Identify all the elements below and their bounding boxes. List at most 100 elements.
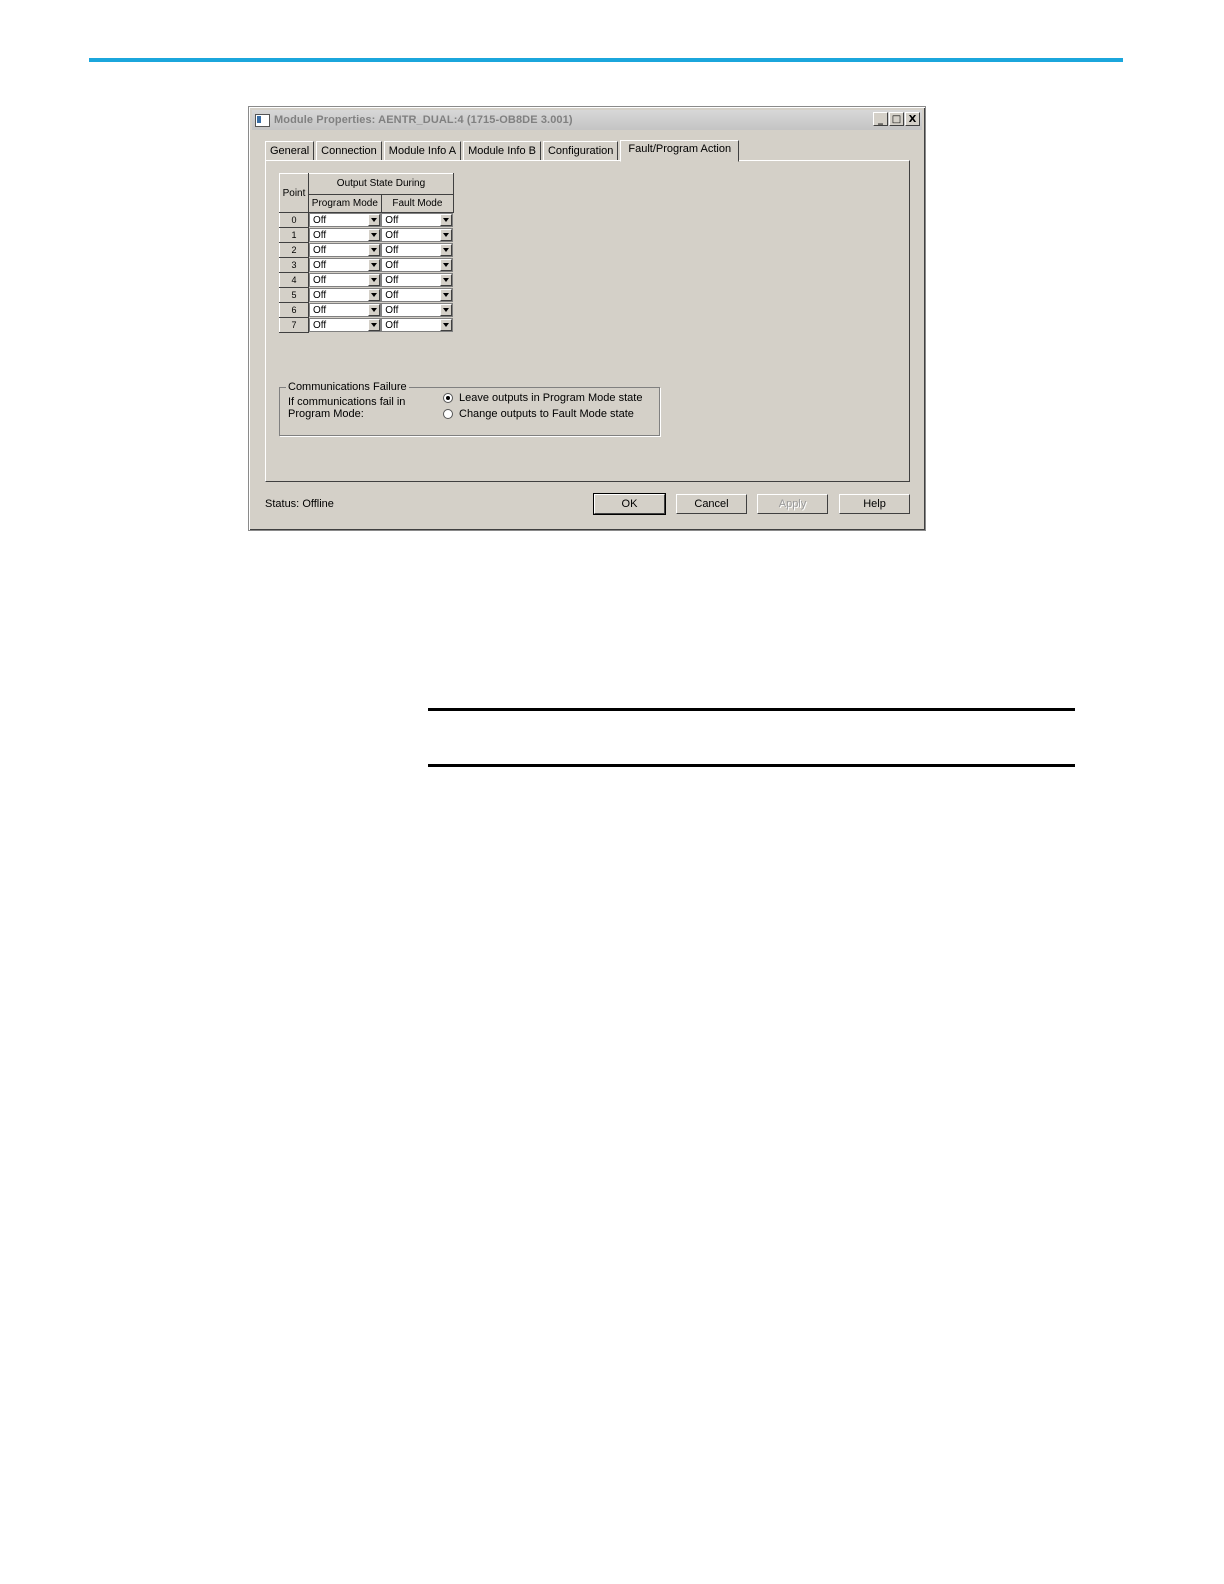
fault-mode-select[interactable]: Off <box>381 318 454 332</box>
section-rule-bottom <box>428 764 1075 767</box>
fault-mode-select[interactable]: Off <box>381 228 454 242</box>
title-bar[interactable]: Module Properties: AENTR_DUAL:4 (1715-OB… <box>252 110 922 130</box>
radio-label: Change outputs to Fault Mode state <box>459 408 634 420</box>
point-label: 1 <box>279 227 309 243</box>
fault-mode-value: Off <box>385 290 399 301</box>
table-row: 3 Off Off <box>279 257 454 273</box>
fault-mode-select[interactable]: Off <box>381 303 454 317</box>
program-mode-value: Off <box>313 305 327 316</box>
dropdown-arrow-icon[interactable] <box>440 319 453 331</box>
tab-general[interactable]: General <box>265 141 315 161</box>
program-mode-value: Off <box>313 230 327 241</box>
radio-checked-icon[interactable] <box>443 393 453 403</box>
point-column-header: Point <box>279 173 309 213</box>
communications-failure-group: Communications Failure If communications… <box>279 381 660 436</box>
dropdown-arrow-icon[interactable] <box>368 319 380 331</box>
dialog-title: Module Properties: AENTR_DUAL:4 (1715-OB… <box>274 114 573 126</box>
status-label: Status: <box>265 498 300 510</box>
dropdown-arrow-icon[interactable] <box>440 214 453 227</box>
program-mode-select[interactable]: Off <box>309 303 381 317</box>
dropdown-arrow-icon[interactable] <box>368 214 380 227</box>
help-button[interactable]: Help <box>839 494 910 514</box>
output-state-table: Point Output State During Program Mode F… <box>279 173 455 333</box>
program-mode-value: Off <box>313 260 327 271</box>
dropdown-arrow-icon[interactable] <box>440 259 453 271</box>
dropdown-arrow-icon[interactable] <box>440 304 453 316</box>
point-label: 7 <box>279 317 309 333</box>
dropdown-arrow-icon[interactable] <box>368 259 380 271</box>
fault-mode-select[interactable]: Off <box>381 213 454 228</box>
program-mode-select[interactable]: Off <box>309 243 381 257</box>
radio-unchecked-icon[interactable] <box>443 409 453 419</box>
table-row: 1 Off Off <box>279 227 454 243</box>
point-label: 5 <box>279 287 309 303</box>
cancel-button[interactable]: Cancel <box>676 494 747 514</box>
tab-configuration[interactable]: Configuration <box>542 141 619 161</box>
page-header-rule <box>89 58 1123 62</box>
table-row: 6 Off Off <box>279 302 454 318</box>
dropdown-arrow-icon[interactable] <box>368 229 380 241</box>
point-label: 3 <box>279 257 309 273</box>
fault-mode-header: Fault Mode <box>380 193 455 214</box>
table-row: 7 Off Off <box>279 317 454 333</box>
section-rule-top <box>428 708 1075 711</box>
dropdown-arrow-icon[interactable] <box>368 274 380 286</box>
radio-label: Leave outputs in Program Mode state <box>459 392 643 404</box>
status-value: Offline <box>302 498 334 510</box>
minimize-icon[interactable]: _ <box>873 112 888 126</box>
fault-mode-value: Off <box>385 305 399 316</box>
point-label: 0 <box>279 212 309 228</box>
fault-mode-select[interactable]: Off <box>381 288 454 302</box>
dropdown-arrow-icon[interactable] <box>368 304 380 316</box>
fault-mode-value: Off <box>385 275 399 286</box>
close-icon[interactable]: X <box>905 112 920 126</box>
table-row: 2 Off Off <box>279 242 454 258</box>
program-mode-value: Off <box>313 290 327 301</box>
program-mode-select[interactable]: Off <box>309 318 381 332</box>
table-row: 5 Off Off <box>279 287 454 303</box>
program-mode-select[interactable]: Off <box>309 288 381 302</box>
dropdown-arrow-icon[interactable] <box>440 289 453 301</box>
point-label: 2 <box>279 242 309 258</box>
table-row: 4 Off Off <box>279 272 454 288</box>
fault-mode-value: Off <box>385 230 399 241</box>
dropdown-arrow-icon[interactable] <box>440 244 453 256</box>
app-window-icon <box>255 113 270 127</box>
point-label: 4 <box>279 272 309 288</box>
fault-mode-select[interactable]: Off <box>381 243 454 257</box>
point-label: 6 <box>279 302 309 318</box>
group-description: If communications fail in Program Mode: <box>288 396 406 420</box>
program-mode-value: Off <box>313 275 327 286</box>
program-mode-select[interactable]: Off <box>309 273 381 287</box>
fault-mode-value: Off <box>385 320 399 331</box>
tab-connection[interactable]: Connection <box>316 141 382 161</box>
fault-mode-select[interactable]: Off <box>381 258 454 272</box>
fault-mode-value: Off <box>385 260 399 271</box>
program-mode-header: Program Mode <box>308 193 382 214</box>
dropdown-arrow-icon[interactable] <box>368 289 380 301</box>
radio-leave-outputs[interactable]: Leave outputs in Program Mode state <box>443 392 642 404</box>
program-mode-value: Off <box>313 245 327 256</box>
fault-mode-value: Off <box>385 215 399 227</box>
program-mode-value: Off <box>313 320 327 331</box>
group-legend: Communications Failure <box>286 381 409 393</box>
dropdown-arrow-icon[interactable] <box>440 229 453 241</box>
table-row: 0 Off Off <box>279 212 454 228</box>
tab-module-info-a[interactable]: Module Info A <box>383 141 462 161</box>
fault-mode-value: Off <box>385 245 399 256</box>
radio-change-outputs[interactable]: Change outputs to Fault Mode state <box>443 408 634 420</box>
program-mode-select[interactable]: Off <box>309 228 381 242</box>
status-line: Status: Offline <box>265 498 334 510</box>
tab-fault-program-action[interactable]: Fault/Program Action <box>620 140 740 162</box>
dropdown-arrow-icon[interactable] <box>440 274 453 286</box>
program-mode-select[interactable]: Off <box>309 258 381 272</box>
dropdown-arrow-icon[interactable] <box>368 244 380 256</box>
tab-module-info-b[interactable]: Module Info B <box>463 141 541 161</box>
ok-button[interactable]: OK <box>593 493 666 515</box>
fault-mode-select[interactable]: Off <box>381 273 454 287</box>
program-mode-select[interactable]: Off <box>309 213 381 228</box>
tab-strip: General Connection Module Info A Module … <box>265 140 741 162</box>
module-properties-dialog: Module Properties: AENTR_DUAL:4 (1715-OB… <box>248 106 926 531</box>
maximize-icon[interactable]: □ <box>889 112 904 126</box>
apply-button[interactable]: Apply <box>757 494 828 514</box>
